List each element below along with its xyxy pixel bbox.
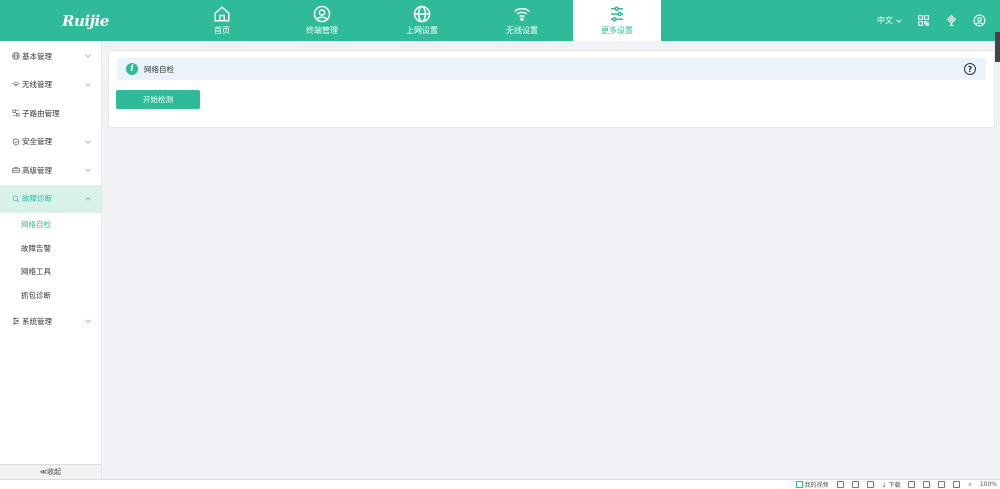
search-icon	[11, 194, 20, 203]
qrcode-button[interactable]	[916, 14, 930, 28]
sidebar-item-label: 高级管理	[22, 165, 52, 175]
main-nav: 首页 终端管理 上网设置 无线设置 更多设置	[172, 0, 661, 41]
nav-terminal-label: 终端管理	[306, 26, 338, 35]
self-check-panel: i 网络自检 ? 开始检测	[108, 50, 995, 128]
sidebar-collapse-button[interactable]: ≪收起	[0, 464, 101, 479]
sidebar-subitem-packet-capture[interactable]: 抓包诊断	[0, 284, 101, 308]
zoom-level[interactable]: 100%	[980, 481, 997, 488]
nav-more-label: 更多设置	[601, 26, 633, 35]
music-icon[interactable]	[866, 481, 874, 488]
speaker-icon[interactable]	[953, 481, 961, 488]
sidebar-item-label: 故障诊断	[22, 194, 52, 204]
info-icon: i	[126, 63, 138, 75]
sidebar: 基本管理 无线管理 子路由管理 安全管理 高级管理 故障诊断 网络自检 故障告警…	[0, 41, 102, 479]
panel-header: i 网络自检 ?	[117, 58, 986, 80]
sidebar-subitem-fault-alarm[interactable]: 故障告警	[0, 237, 101, 261]
nav-wireless-label: 无线设置	[506, 26, 538, 35]
chevron-down-icon	[85, 140, 91, 144]
sidebar-item-wireless-management[interactable]: 无线管理	[0, 71, 101, 100]
qrcode-icon	[917, 15, 929, 26]
nav-terminal-management[interactable]: 终端管理	[272, 0, 372, 41]
browser-status-bar: 我的视频 ↓ 下载 ⌕ 100%	[0, 479, 1000, 489]
help-icon[interactable]: ?	[964, 63, 976, 75]
bell-icon	[946, 14, 956, 26]
nav-internet-settings[interactable]: 上网设置	[372, 0, 472, 41]
sidebar-item-label: 系统管理	[22, 316, 52, 326]
sliders-icon	[611, 6, 623, 22]
sidebar-item-fault-diagnosis[interactable]: 故障诊断	[0, 184, 101, 213]
chevron-down-icon	[85, 83, 91, 87]
chevron-down-icon	[85, 54, 91, 58]
nav-internet-label: 上网设置	[406, 26, 438, 35]
nav-wireless-settings[interactable]: 无线设置	[472, 0, 572, 41]
chevron-down-icon	[85, 168, 91, 172]
ruijie-logo[interactable]: Ruijie	[62, 12, 109, 30]
sidebar-subitem-network-self-check[interactable]: 网络自检	[0, 213, 101, 237]
sidebar-item-basic-management[interactable]: 基本管理	[0, 42, 101, 71]
flag-icon[interactable]	[908, 481, 916, 488]
globe-icon	[11, 52, 20, 61]
download-button[interactable]: ↓ 下载	[882, 480, 901, 489]
language-label: 中文	[877, 16, 893, 25]
download-label: 下载	[888, 482, 901, 489]
sidebar-item-label: 安全管理	[22, 137, 52, 147]
sidebar-item-system-management[interactable]: 系统管理	[0, 307, 101, 336]
panel-title: 网络自检	[144, 64, 174, 74]
my-video-button[interactable]: 我的视频	[795, 480, 829, 489]
sidebar-item-sub-router-management[interactable]: 子路由管理	[0, 99, 101, 128]
account-icon	[973, 14, 985, 27]
screenshot-icon[interactable]	[836, 481, 844, 488]
wifi-icon	[513, 7, 531, 21]
chevron-up-icon	[85, 197, 91, 201]
sidebar-subitem-network-tools[interactable]: 网络工具	[0, 260, 101, 284]
my-video-label: 我的视频	[804, 482, 829, 489]
advanced-icon	[11, 166, 20, 175]
sidebar-item-security-management[interactable]: 安全管理	[0, 128, 101, 157]
window-icon[interactable]	[938, 481, 946, 488]
header-actions: 中文	[877, 0, 1000, 41]
user-circle-icon	[313, 5, 331, 23]
sub-router-icon	[11, 109, 20, 118]
notification-button[interactable]	[944, 14, 958, 28]
chevron-down-icon	[85, 319, 91, 323]
globe-icon	[413, 5, 431, 23]
floating-side-tab[interactable]	[995, 32, 1000, 62]
home-icon	[214, 6, 230, 22]
sidebar-item-label: 基本管理	[22, 51, 52, 61]
shield-icon	[11, 137, 20, 146]
chevron-down-icon	[896, 18, 902, 23]
sidebar-item-label: 子路由管理	[22, 108, 60, 118]
wifi-icon	[11, 80, 20, 89]
play-icon	[795, 481, 803, 488]
top-nav-bar: Ruijie 首页 终端管理 上网设置 无线设置 更多设置 中文	[0, 0, 1000, 41]
sidebar-item-label: 无线管理	[22, 80, 52, 90]
nav-home-label: 首页	[214, 26, 230, 35]
nav-home[interactable]: 首页	[172, 0, 272, 41]
sidebar-item-advanced-management[interactable]: 高级管理	[0, 156, 101, 185]
zoom-icon[interactable]: ⌕	[968, 481, 971, 489]
nav-more-settings[interactable]: 更多设置	[573, 0, 661, 41]
heart-icon[interactable]	[851, 481, 859, 488]
start-detection-button[interactable]: 开始检测	[116, 90, 200, 109]
language-select[interactable]: 中文	[877, 15, 902, 26]
system-icon	[11, 317, 20, 326]
account-button[interactable]	[972, 14, 986, 28]
clock-icon[interactable]	[923, 481, 931, 488]
